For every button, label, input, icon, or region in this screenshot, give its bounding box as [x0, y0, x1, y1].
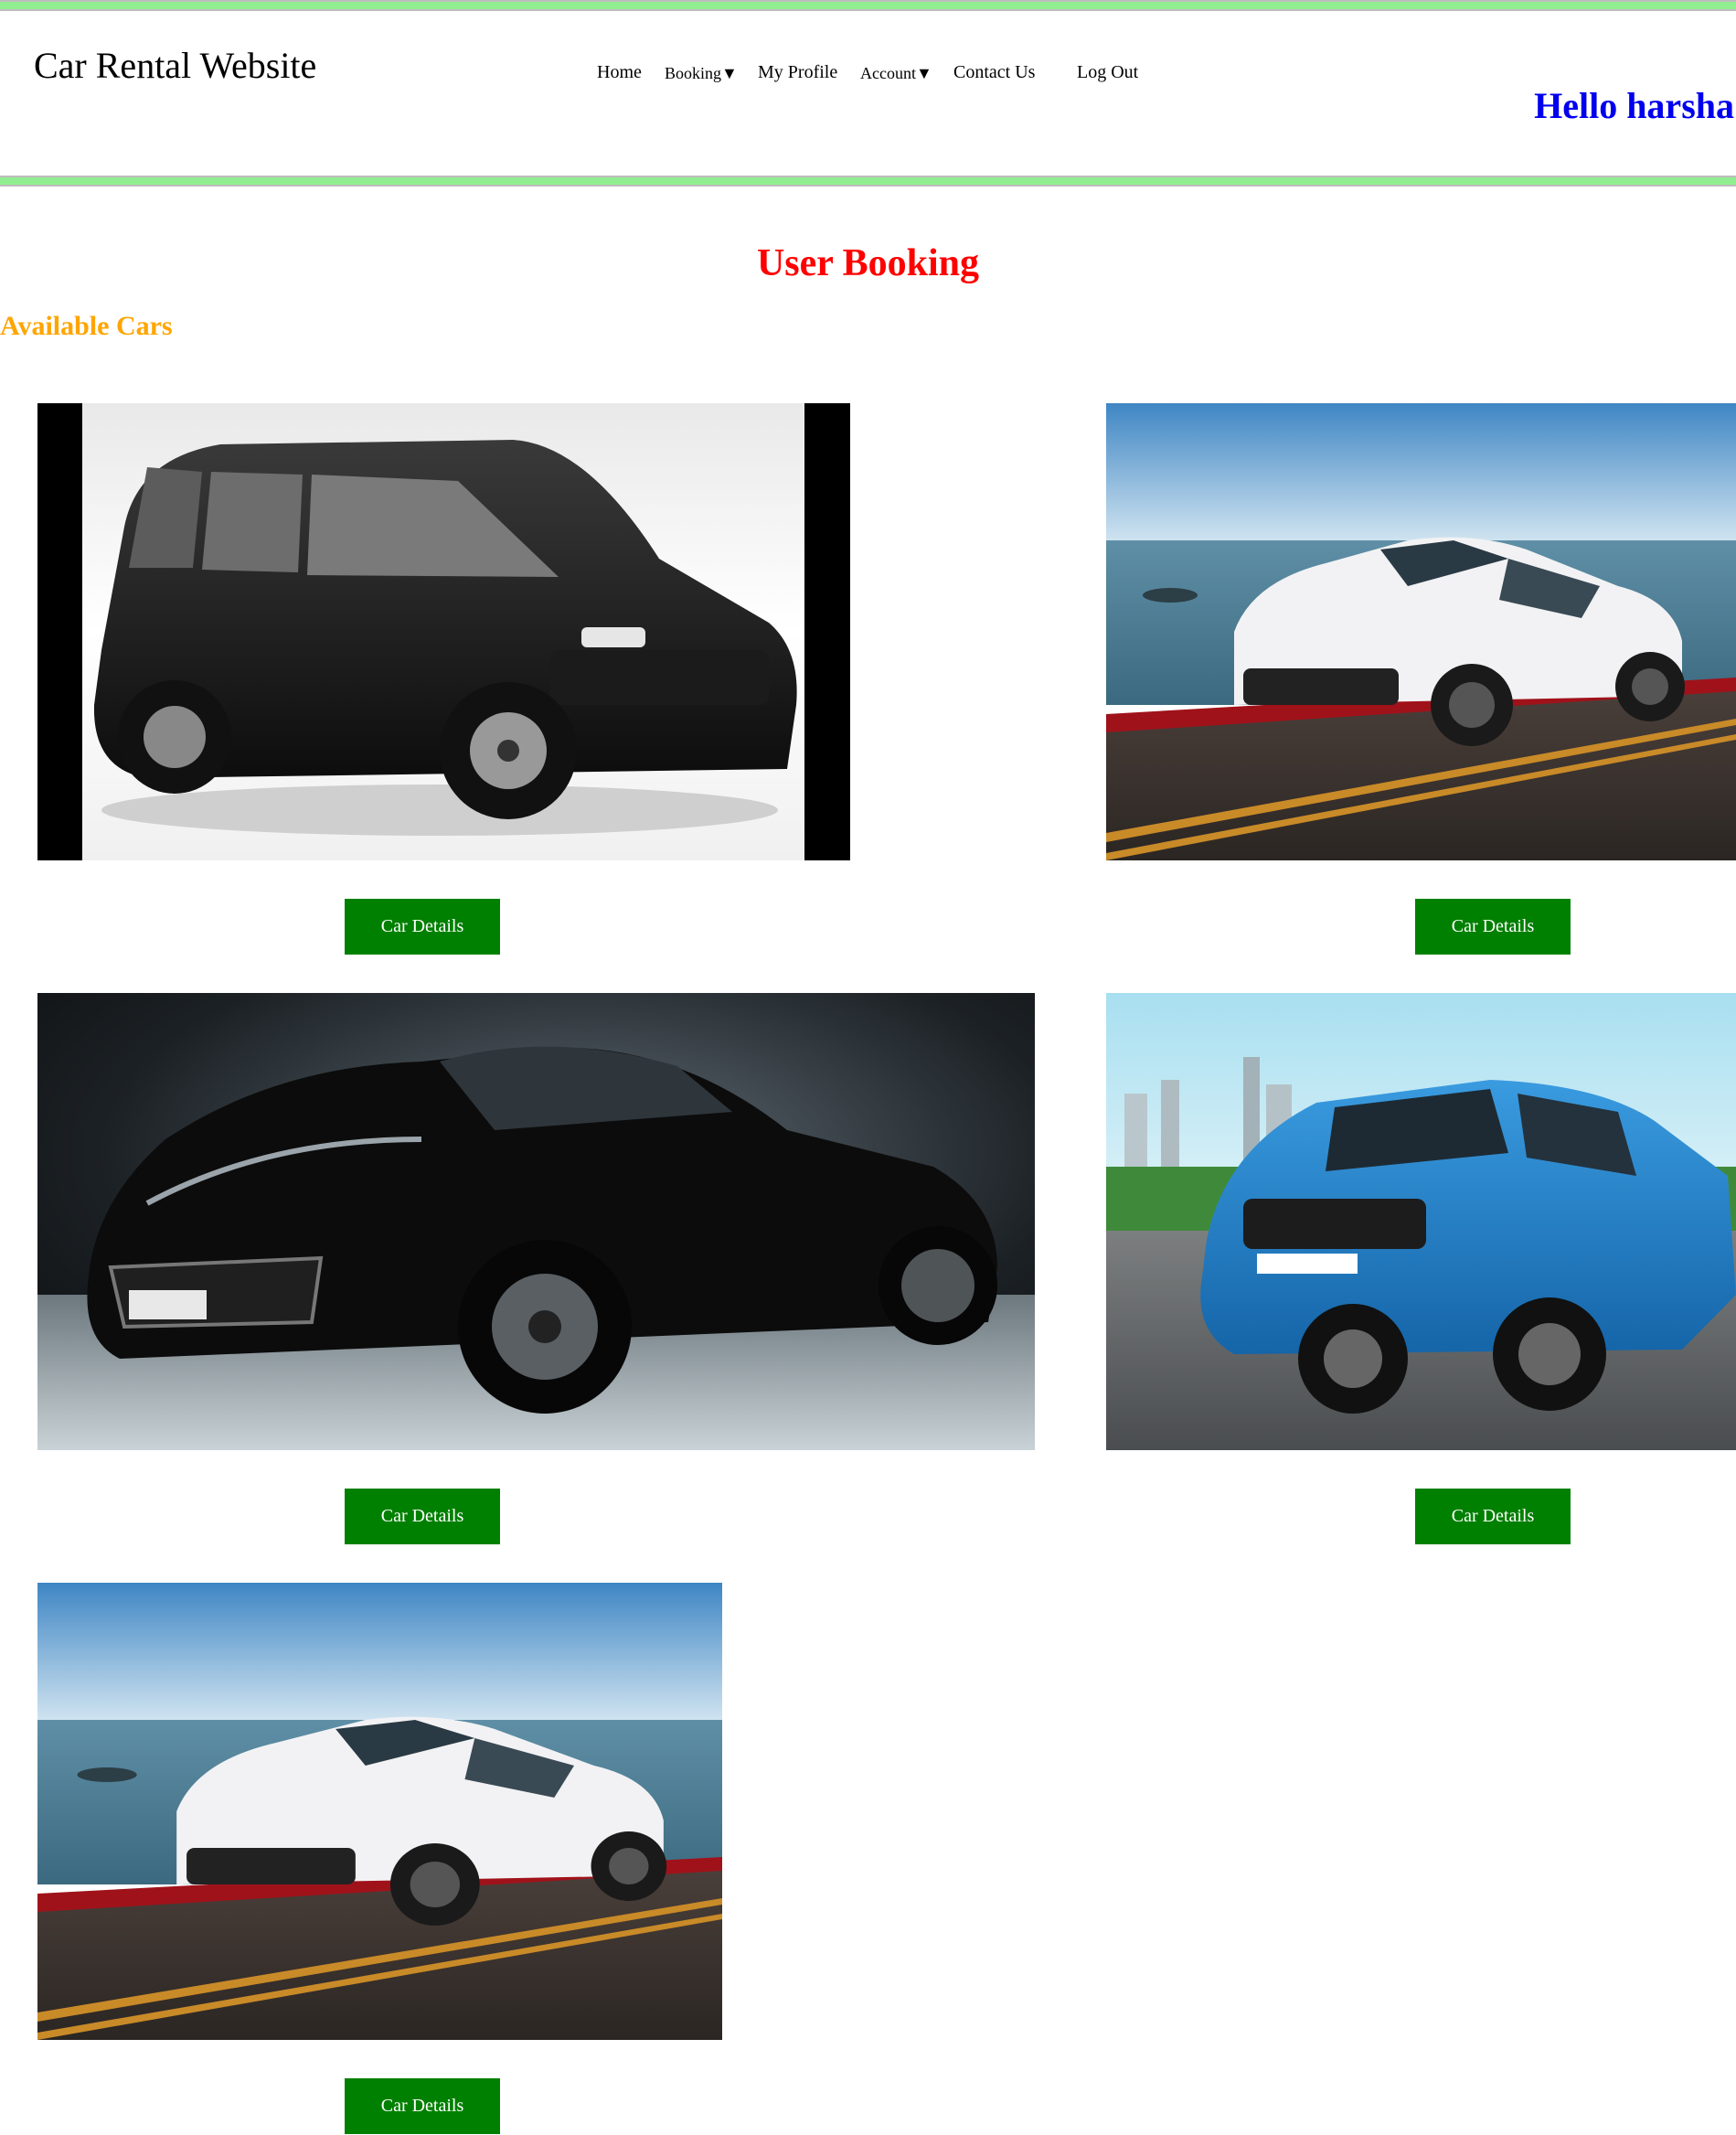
car-image-5	[37, 1583, 722, 2040]
car-image-1	[37, 403, 850, 860]
black-mpv-photo	[37, 403, 850, 860]
nav-booking-label: Booking	[665, 64, 722, 82]
white-sedan-seaside-photo	[1106, 403, 1736, 860]
car-details-button-2[interactable]: Car Details	[1415, 899, 1571, 955]
car-details-button-4[interactable]: Car Details	[1415, 1489, 1571, 1544]
nav-my-profile[interactable]: My Profile	[758, 62, 837, 83]
user-greeting: Hello harsha	[1534, 85, 1734, 126]
nav-log-out[interactable]: Log Out	[1077, 62, 1138, 83]
header-bottom-bar	[0, 176, 1736, 187]
nav-contact-us[interactable]: Contact Us	[953, 62, 1035, 83]
car-image-2	[1106, 403, 1736, 860]
page-title: User Booking	[756, 242, 980, 284]
car-details-button-3[interactable]: Car Details	[345, 1489, 500, 1544]
car-image-3	[37, 993, 1035, 1450]
main-nav: Home Booking▼ My Profile Account▼ Contac…	[0, 62, 1736, 90]
black-sports-car-photo	[37, 993, 1035, 1450]
chevron-down-icon: ▼	[915, 64, 932, 82]
car-details-button-5[interactable]: Car Details	[345, 2078, 500, 2134]
section-title-available-cars: Available Cars	[0, 311, 173, 341]
nav-account-label: Account	[860, 64, 916, 82]
nav-account[interactable]: Account▼	[860, 64, 932, 83]
white-sedan-seaside-photo	[37, 1583, 722, 2040]
nav-home[interactable]: Home	[597, 62, 642, 83]
nav-booking[interactable]: Booking▼	[665, 64, 738, 83]
blue-suv-photo	[1106, 993, 1736, 1450]
car-details-button-1[interactable]: Car Details	[345, 899, 500, 955]
header-top-bar	[0, 0, 1736, 11]
chevron-down-icon: ▼	[721, 64, 738, 82]
car-image-4	[1106, 993, 1736, 1450]
